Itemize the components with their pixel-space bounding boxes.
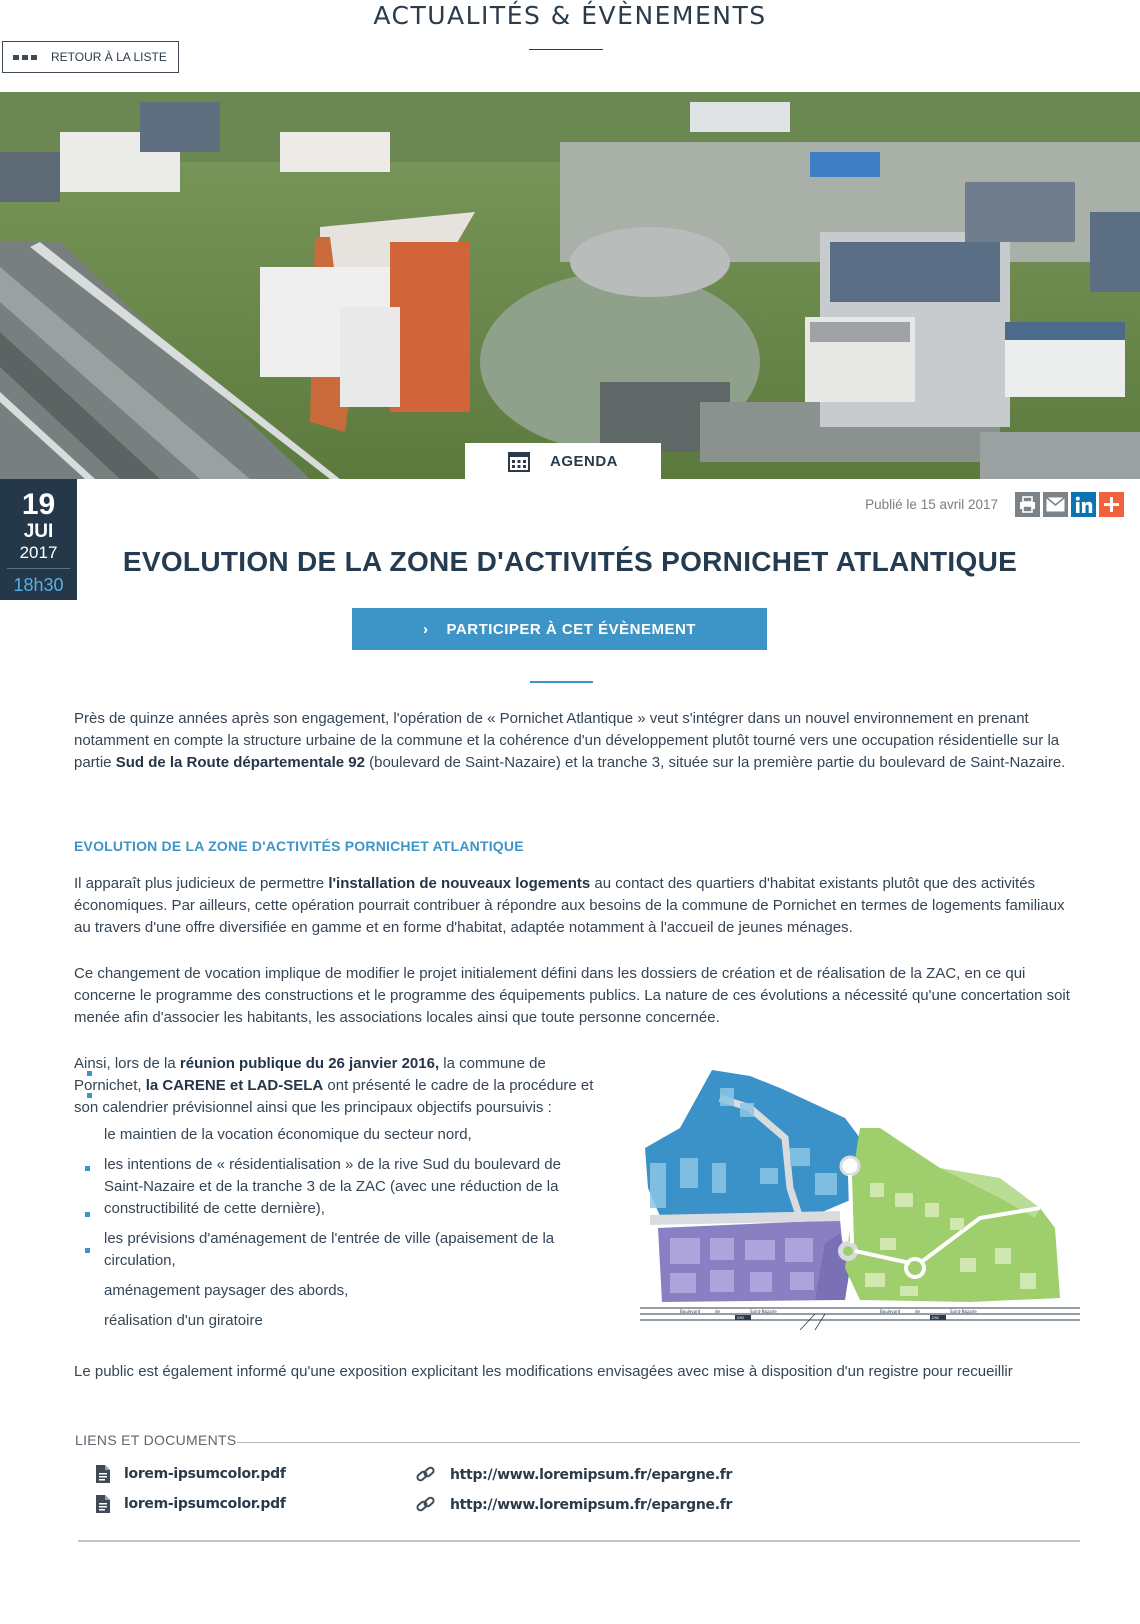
documents-heading: LIENS ET DOCUMENTS (75, 1432, 237, 1448)
calendar-icon (507, 451, 530, 472)
linkedin-icon (1075, 496, 1092, 513)
print-icon (1020, 496, 1035, 513)
list-icon (13, 54, 37, 60)
list-item: le maintien de la vocation économique du… (104, 1126, 472, 1143)
page-title: ACTUALITÉS & ÉVÈNEMENTS (373, 1, 767, 30)
back-to-list-button[interactable]: RETOUR À LA LISTE (2, 41, 179, 73)
intro-paragraph: Près de quinze années après son engageme… (74, 710, 1066, 771)
participate-button-label: PARTICIPER À CET ÉVÈNEMENT (446, 620, 696, 638)
footer-divider (78, 1540, 1080, 1542)
hero-aerial-photo (0, 92, 1140, 479)
map-road-label: Boulevard (680, 1309, 701, 1314)
external-link-url: http://www.loremipsum.fr/epargne.fr (450, 1467, 733, 1483)
list-item: les intentions de « résidentialisation »… (104, 1156, 561, 1217)
document-filename: lorem-ipsumcolor.pdf (124, 1466, 286, 1482)
bullet-marker (87, 1093, 92, 1098)
list-item: aménagement paysager des abords, (104, 1282, 349, 1299)
event-month: JUI (23, 521, 54, 542)
map-road-code: D92 (932, 1316, 939, 1320)
email-share-button[interactable] (1043, 492, 1068, 517)
list-item: les prévisions d'aménagement de l'entrée… (104, 1230, 555, 1269)
paragraph-exhibition: Le public est également informé qu'une e… (74, 1363, 1013, 1380)
section-subheading: EVOLUTION DE LA ZONE D'ACTIVITÉS PORNICH… (74, 838, 524, 854)
paragraph-public-meeting: Ainsi, lors de la réunion publique du 26… (74, 1055, 594, 1116)
email-icon (1046, 497, 1065, 512)
map-road-label: de (915, 1309, 921, 1314)
title-divider (529, 49, 603, 50)
external-link[interactable]: http://www.loremipsum.fr/epargne.fr (416, 1496, 732, 1514)
document-filename: lorem-ipsumcolor.pdf (124, 1496, 286, 1512)
document-icon (96, 1495, 110, 1513)
aerial-photo-illustration (0, 92, 1140, 479)
map-road-label: Saint-Nazaire (950, 1309, 977, 1314)
event-date-badge: 19 JUI 2017 18h30 (0, 479, 77, 600)
paragraph-zac-change: Ce changement de vocation implique de mo… (74, 965, 1070, 1026)
bullet-marker (85, 1212, 90, 1217)
link-icon (416, 1496, 435, 1512)
list-item: réalisation d'un giratoire (104, 1312, 263, 1329)
cta-divider (530, 681, 593, 683)
external-link-url: http://www.loremipsum.fr/epargne.fr (450, 1497, 733, 1513)
link-icon (416, 1466, 435, 1482)
bullet-marker (87, 1071, 92, 1076)
participate-button[interactable]: › PARTICIPER À CET ÉVÈNEMENT (352, 608, 767, 650)
bullet-marker (85, 1166, 90, 1171)
map-road-code: D92 (737, 1316, 744, 1320)
map-road-label: de (715, 1309, 721, 1314)
category-label: AGENDA (549, 453, 618, 470)
document-link[interactable]: lorem-ipsumcolor.pdf (96, 1465, 286, 1483)
zone-plan-illustration: Boulevard de Saint-Nazaire Boulevard de … (640, 1070, 1080, 1331)
linkedin-share-button[interactable] (1071, 492, 1096, 517)
back-to-list-label: RETOUR À LA LISTE (51, 50, 167, 64)
objectives-list: le maintien de la vocation économique du… (104, 1124, 604, 1340)
category-tab: AGENDA (465, 443, 661, 480)
map-road-label: Saint-Nazaire (750, 1309, 777, 1314)
print-button[interactable] (1015, 492, 1040, 517)
documents-divider (237, 1442, 1080, 1443)
bullet-marker (85, 1248, 90, 1253)
published-date: Publié le 15 avril 2017 (865, 497, 998, 512)
paragraph-housing: Il apparaît plus judicieux de permettre … (74, 875, 1065, 936)
plus-icon (1104, 497, 1119, 512)
document-icon (96, 1465, 110, 1483)
external-link[interactable]: http://www.loremipsum.fr/epargne.fr (416, 1466, 732, 1484)
map-road-label: Boulevard (880, 1309, 901, 1314)
more-share-button[interactable] (1099, 492, 1124, 517)
event-title: EVOLUTION DE LA ZONE D'ACTIVITÉS PORNICH… (122, 546, 1018, 577)
share-toolbar (1015, 492, 1124, 517)
document-link[interactable]: lorem-ipsumcolor.pdf (96, 1495, 286, 1513)
chevron-right-icon: › (423, 620, 429, 638)
zone-plan-map: Boulevard de Saint-Nazaire Boulevard de … (640, 1068, 1080, 1331)
event-day: 19 (21, 488, 56, 521)
